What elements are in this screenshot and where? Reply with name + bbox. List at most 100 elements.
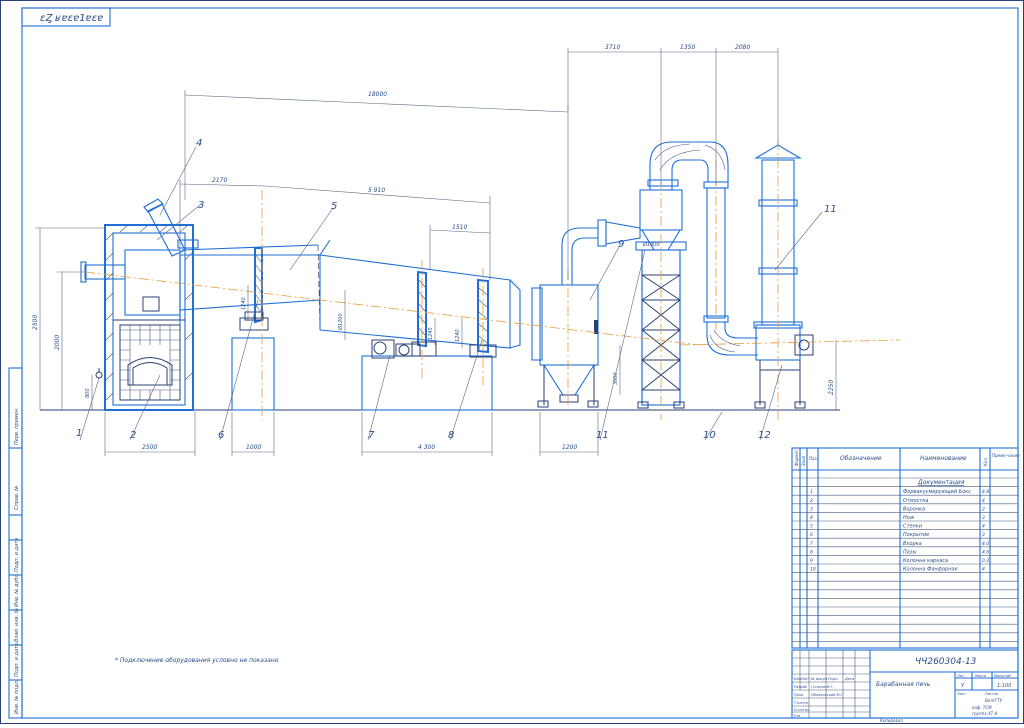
dim-18000: 18000 xyxy=(368,91,387,98)
bom-row-2-pos: 2 xyxy=(810,498,813,504)
bom-row-3-qty: 2 xyxy=(982,506,985,512)
tb-col-doc: № докум. xyxy=(810,677,828,681)
tb-role-tcontrol: Т.контр. xyxy=(794,701,809,705)
bom-table xyxy=(791,447,1019,649)
bom-row-5-pos: 5 xyxy=(810,524,813,530)
dim-2250: 2250 xyxy=(828,380,835,395)
bom-header-format: Формат xyxy=(794,449,799,466)
drawing-title: Барабанная печь xyxy=(876,681,931,688)
callout-9: 9 xyxy=(618,239,624,250)
dim-1240: 1240 xyxy=(241,297,247,310)
bom-row-4-qty: 3 xyxy=(982,515,985,521)
drawing-code: ЧЧ260304-13 xyxy=(915,657,977,667)
bom-row-2-qty: 4 xyxy=(982,498,985,504)
exhaust-stack xyxy=(753,144,814,409)
dim-2500-height: 2500 xyxy=(32,315,39,330)
bom-row-9-qty: 0.3 xyxy=(982,558,989,564)
outer-border xyxy=(0,0,1024,724)
connecting-duct xyxy=(703,181,758,356)
tb-mass-label: Масса xyxy=(975,674,986,678)
dim-dia-1400: Ø1400 xyxy=(642,241,660,248)
bottom-label: Копировал xyxy=(880,718,903,723)
callout-6: 6 xyxy=(218,430,224,441)
strip-label-5: Взам. инв. № xyxy=(14,608,20,642)
bom-row-4-name: Нож xyxy=(903,515,915,521)
strip-label-1: Перв. примен. xyxy=(14,407,20,445)
bom-row-6-pos: 6 xyxy=(810,532,813,538)
tb-name-dev: Гусаков М.Г. xyxy=(811,685,834,689)
tb-sheet-label: Лист xyxy=(956,692,967,696)
dim-800: 800 xyxy=(85,388,91,398)
drawing-sheet: ɛȤ ʁɐɛɐ1ɐɛɐ Перв. примен. Справ. № Подп.… xyxy=(0,0,1024,724)
bom-row-1-pos: 1 xyxy=(810,489,813,495)
bom-header-zone: Зона xyxy=(801,455,806,466)
bom-row-8-qty: 4.6 xyxy=(982,549,989,555)
bom-row-7-qty: 4.0 xyxy=(982,541,989,547)
tb-role-approve: Утв. xyxy=(794,714,801,718)
dim-4300: 4 300 xyxy=(418,444,435,451)
bom-header-pos: Поз. xyxy=(809,456,818,461)
callout-11-stack: 11 xyxy=(824,204,837,215)
bom-row-1-qty: 4.8 xyxy=(982,489,989,495)
tb-org-1: ВолгГТУ xyxy=(985,698,1003,703)
bom-row-1-name: Форвакуумирующий Бокс xyxy=(903,489,971,495)
bom-row-4-pos: 4 xyxy=(810,515,813,521)
callout-10: 10 xyxy=(703,430,716,441)
bom-header-designation: Обозначение xyxy=(840,455,882,462)
tb-role-ncontrol: Н.контр. xyxy=(794,708,810,712)
bom-header-note: Приме-чание xyxy=(992,453,1020,458)
drawing-canvas: ɛȤ ʁɐɛɐ1ɐɛɐ Перв. примен. Справ. № Подп.… xyxy=(0,0,1024,724)
bom-header-name: Наименование xyxy=(920,455,967,462)
tb-role-dev: Разраб. xyxy=(794,685,808,689)
tb-sheets-label: Листов xyxy=(984,692,998,696)
dim-1510: 1510 xyxy=(452,224,467,231)
bom-header-qty: Кол. xyxy=(983,457,988,466)
dim-dia-1200: Ø1200 xyxy=(337,313,344,331)
bom-row-5-qty: 4 xyxy=(982,524,985,530)
bom-row-8-name: Пазы xyxy=(903,549,916,555)
tb-org-3: группа ХТ-4 xyxy=(972,711,998,716)
dim-2170: 2170 xyxy=(212,177,227,184)
bom-row-10-qty: 4 xyxy=(982,567,985,573)
callout-8: 8 xyxy=(448,430,454,441)
bom-row-7-pos: 7 xyxy=(810,541,813,547)
callout-4: 4 xyxy=(196,138,202,149)
strip-label-6: Подп. и дата xyxy=(14,643,20,677)
callout-7: 7 xyxy=(368,430,375,441)
bom-row-3-name: Воронка xyxy=(903,506,925,512)
dim-1240-b: 1240 xyxy=(455,329,461,342)
tb-lit-label: Лит. xyxy=(956,674,965,678)
bom-row-8-pos: 8 xyxy=(810,549,813,555)
bom-row-5-name: Стенки xyxy=(903,524,923,530)
strip-label-2: Справ. № xyxy=(14,486,20,510)
bom-row-6-name: Покрытие xyxy=(903,532,929,538)
strip-label-3: Подп. и дата xyxy=(14,538,20,572)
dim-1200: 1200 xyxy=(562,444,577,451)
tb-lit-value: У xyxy=(961,683,965,689)
inner-frame xyxy=(21,7,1019,719)
bom-row-10-pos: 10 xyxy=(810,567,816,573)
strip-label-7: Инв. № подл. xyxy=(14,680,20,715)
dim-2500-width: 2500 xyxy=(142,444,157,451)
dim-5910: 5 910 xyxy=(368,187,385,194)
tb-role-check: Пров. xyxy=(794,693,804,697)
tb-col-list: Лист xyxy=(800,677,811,681)
dim-1350: 1350 xyxy=(680,44,695,51)
dim-1000: 1000 xyxy=(246,444,261,451)
tb-col-sign: Подп. xyxy=(828,677,839,681)
dim-3000: 3000 xyxy=(613,372,619,385)
bom-section-title: Документация xyxy=(917,479,965,486)
callout-5: 5 xyxy=(331,201,337,212)
callout-12: 12 xyxy=(758,430,771,441)
tb-scale-label: Масштаб xyxy=(994,674,1011,678)
bom-row-3-pos: 3 xyxy=(810,506,813,512)
dim-2080: 2080 xyxy=(735,44,750,51)
bom-row-7-name: Вхорка xyxy=(903,541,922,547)
callout-3: 3 xyxy=(198,200,204,211)
dim-1245: 1245 xyxy=(428,327,434,340)
bom-row-9-pos: 9 xyxy=(810,558,813,564)
tb-scale-value: 1:100 xyxy=(997,683,1011,689)
bom-row-9-name: Колонна каркаса xyxy=(903,558,948,564)
bom-row-6-qty: 3 xyxy=(982,532,985,538)
tb-col-date: Дата xyxy=(844,677,854,681)
